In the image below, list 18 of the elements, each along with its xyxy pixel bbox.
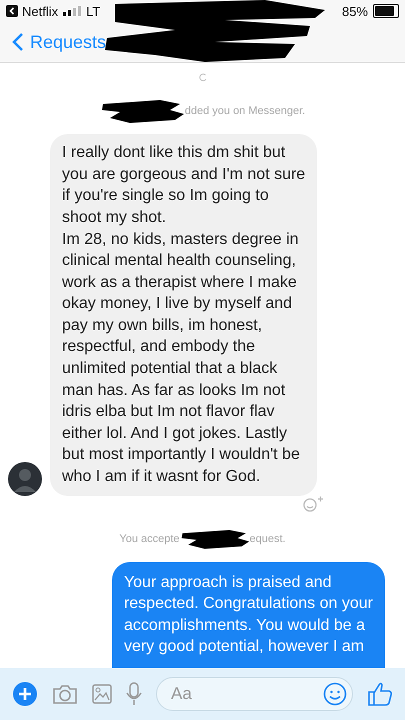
system-message: dded you on Messenger. bbox=[184, 105, 306, 118]
message-bubble: I really dont like this dm shit but you are gorgeous and I'm not sure if you're single so Im going to shoot my shot. Im 28, no kids, masters degree in clinical mental health counseling, work as a therapist where I make okay money, I live by myself and pay my own bills, im honest, respectful, and embody the unlimited potential that a black man has. As far as looks Im not idris elba but Im not flavor flav either lol. And I got jokes. Lastly but most importantly I wouldn't be who I am if it wasnt for God. bbox=[50, 134, 318, 496]
system-message: equest. bbox=[250, 532, 286, 545]
image-icon[interactable] bbox=[92, 684, 112, 704]
back-to-app-link[interactable]: Netflix bbox=[6, 4, 58, 18]
message-input[interactable]: Aa bbox=[156, 677, 353, 711]
add-icon[interactable] bbox=[12, 681, 38, 707]
signal-icon bbox=[63, 6, 82, 16]
thumbs-up-icon[interactable] bbox=[367, 681, 393, 707]
microphone-icon[interactable] bbox=[126, 682, 142, 706]
chevron-left-icon bbox=[12, 32, 24, 52]
avatar bbox=[8, 462, 42, 496]
battery-percent: 85% bbox=[342, 4, 368, 18]
network-type: LT bbox=[86, 4, 100, 18]
battery-icon bbox=[373, 4, 399, 18]
system-message: You accepte bbox=[119, 532, 180, 545]
emoji-icon[interactable] bbox=[323, 682, 347, 706]
camera-icon[interactable] bbox=[52, 683, 78, 705]
